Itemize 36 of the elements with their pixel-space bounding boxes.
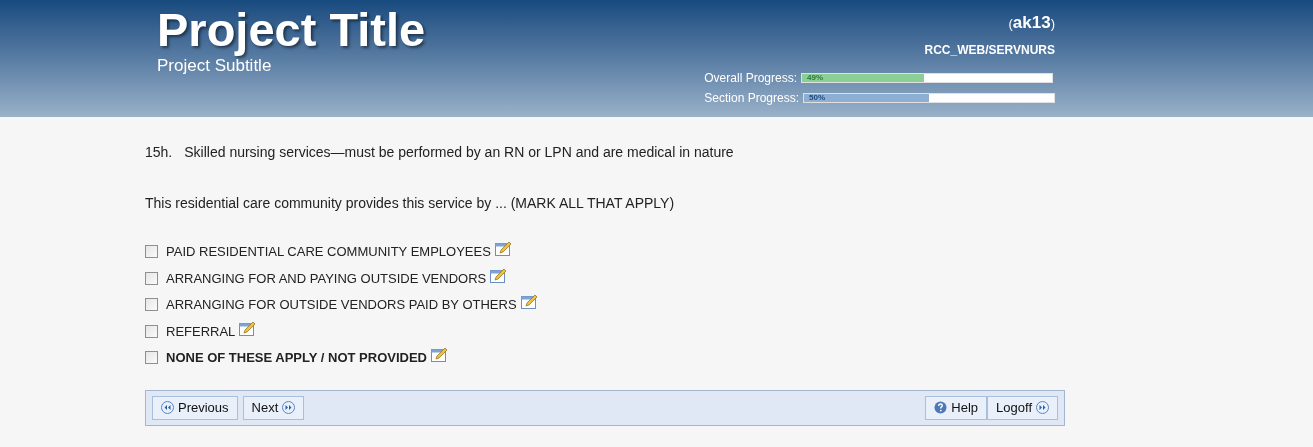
instruction-text: This residential care community provides this service by ... (MARK ALL THAT APPLY) bbox=[145, 194, 676, 213]
fast-forward-icon bbox=[1036, 401, 1049, 414]
help-icon bbox=[934, 401, 948, 414]
section-path: RCC_WEB/SERVNURS bbox=[924, 41, 1055, 59]
nav-button[interactable]: Next bbox=[242, 395, 305, 420]
edit-note-icon[interactable] bbox=[490, 267, 508, 283]
user-bracket: ( bbox=[1008, 15, 1013, 33]
option-label: ARRANGING FOR AND PAYING OUTSIDE VENDORS bbox=[166, 269, 487, 288]
nav-button[interactable]: Previous bbox=[152, 395, 238, 420]
edit-note-icon[interactable] bbox=[431, 347, 448, 363]
project-subtitle: Project Subtitle bbox=[157, 56, 273, 76]
nav-button[interactable]: Logoff bbox=[987, 395, 1058, 420]
user-id: ak13 bbox=[1012, 12, 1051, 34]
question-number: 15h. bbox=[145, 143, 173, 162]
user-bracket: ) bbox=[1050, 15, 1055, 33]
checkbox[interactable] bbox=[145, 271, 158, 285]
checkbox[interactable] bbox=[145, 324, 158, 338]
checkbox[interactable] bbox=[145, 351, 158, 365]
option-label: PAID RESIDENTIAL CARE COMMUNITY EMPLOYEES bbox=[166, 243, 491, 261]
fast-forward-icon bbox=[282, 401, 296, 414]
rewind-icon bbox=[161, 401, 174, 414]
progress-label: Section Progress: bbox=[704, 90, 799, 105]
edit-note-icon[interactable] bbox=[494, 241, 512, 257]
progress-reading: 50% bbox=[809, 92, 825, 103]
option-label: REFERRAL bbox=[166, 322, 236, 341]
edit-note-icon[interactable] bbox=[520, 294, 538, 310]
edit-note-icon[interactable] bbox=[239, 320, 257, 336]
nav-button[interactable]: Help bbox=[925, 395, 988, 420]
checkbox[interactable] bbox=[145, 245, 158, 259]
progress-label: Overall Progress: bbox=[704, 70, 797, 85]
checkbox[interactable] bbox=[145, 298, 158, 312]
project-title: Project Title bbox=[157, 2, 426, 58]
option-label: ARRANGING FOR OUTSIDE VENDORS PAID BY OTHERS bbox=[166, 296, 517, 314]
option-label: NONE OF THESE APPLY / NOT PROVIDED bbox=[166, 349, 427, 367]
progress-reading: 49% bbox=[807, 72, 823, 83]
question-text: Skilled nursing services—must be performed by an RN or LPN and are medical in nature bbox=[184, 143, 734, 162]
